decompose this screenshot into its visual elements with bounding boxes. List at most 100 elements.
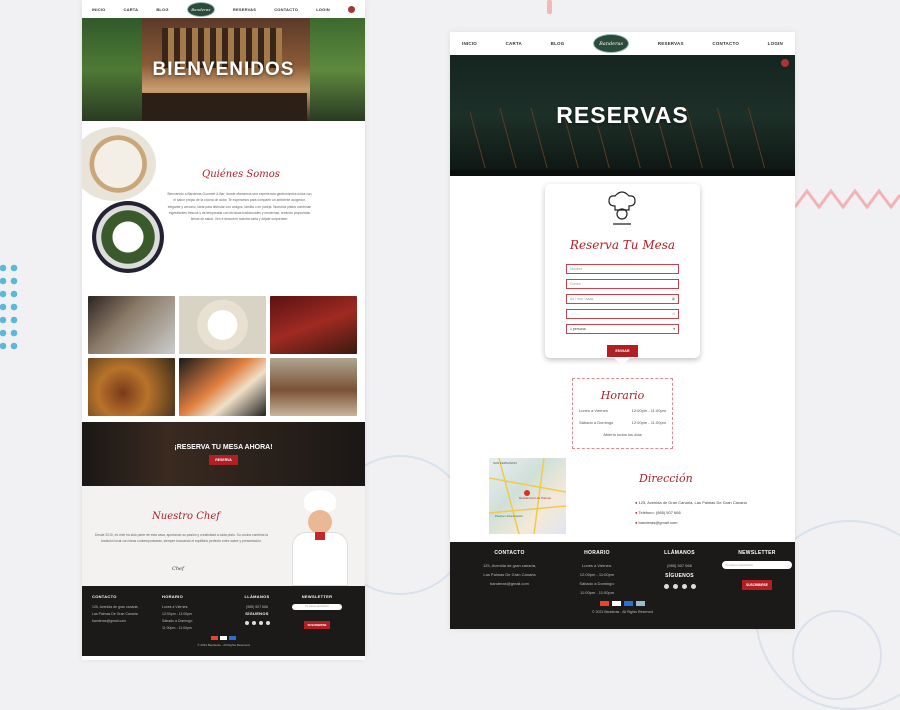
form-title: Reserva Tu Mesa [569, 238, 676, 252]
chef-signature: Chef [172, 566, 184, 572]
footer-contacto-line: banderas@gmail.com [490, 581, 529, 586]
nav-carta[interactable]: CARTA [124, 7, 139, 12]
logo-text: Banderas [191, 6, 211, 12]
logo-text: Banderas [599, 40, 624, 47]
footer-horario-title: HORARIO [584, 550, 610, 556]
address-block: ● 125, Avenida de Gran Canaria, Las Palm… [635, 498, 747, 528]
newsletter-input[interactable]: Tu correo electrónico [722, 561, 792, 569]
brand-logo[interactable]: Banderas [186, 1, 215, 17]
gallery-photo[interactable] [179, 358, 266, 416]
footer-newsletter: NEWSLETTER Tu correo electrónico SUSCRIB… [722, 550, 792, 597]
footer-horario-line: Lunes a Viernes: [162, 605, 189, 609]
address-text: 125, Avenida de Gran Canaria, Las Palmas… [638, 500, 747, 505]
open-note: Abierto todos los días [603, 432, 642, 437]
reserve-cta-banner: ¡RESERVA TU MESA AHORA! RESERVA [82, 422, 365, 486]
footer-contacto-title: CONTACTO [494, 550, 525, 556]
hero-banner: RESERVAS [450, 55, 795, 176]
copyright: © 2021 Banderas - All Rights Reserved [197, 643, 250, 647]
footer-contacto-line: banderas@gmail.com [92, 619, 127, 623]
nav-contacto[interactable]: CONTACTO [274, 7, 298, 12]
date-input[interactable]: dd / mm / aaaa ▣ [566, 294, 679, 304]
hours-time: 12:00pm - 11:00pm [631, 408, 666, 413]
name-placeholder: Nombre [570, 267, 583, 271]
instagram-icon[interactable] [251, 621, 256, 625]
nav-login[interactable]: LOGIN [768, 41, 783, 46]
instagram-icon[interactable] [672, 584, 678, 589]
hours-row: Lunes a Viernes 12:00pm - 11:00pm [573, 408, 672, 413]
nav-contacto[interactable]: CONTACTO [712, 41, 739, 46]
amex-icon [229, 636, 236, 640]
twitter-icon[interactable] [258, 621, 263, 625]
location-map[interactable]: SAN FERNANDO Residencial Las Palmas Parq… [488, 457, 567, 535]
gallery-photo[interactable] [88, 358, 175, 416]
gallery-photo[interactable] [270, 296, 357, 354]
nav-inicio[interactable]: INICIO [92, 7, 105, 12]
footer-horario-line: 12:00pm - 11:00pm [162, 612, 193, 616]
gallery-photo[interactable] [88, 296, 175, 354]
footer-horario-line: 12:00pm - 11:00pm [579, 572, 615, 577]
footer-horario-line: Sábado a Domingo: [579, 581, 615, 586]
subscribe-button[interactable]: SUSCRIBIRSE [304, 621, 330, 629]
plant-wall-right [310, 18, 365, 121]
hero-title: RESERVAS [556, 102, 689, 128]
cart-icon[interactable] [781, 59, 789, 67]
time-input[interactable]: - - : - - ◷ [566, 309, 679, 319]
table-edge [450, 170, 795, 176]
phone-text[interactable]: Teléfono: (985) 507 666 [638, 510, 680, 515]
pink-accent-bar [547, 0, 552, 14]
calendar-icon: ▣ [671, 297, 675, 301]
nav-blog[interactable]: BLOG [551, 41, 565, 46]
submit-button[interactable]: ENVIAR [607, 345, 638, 357]
gallery-photo[interactable] [179, 296, 266, 354]
chef-title: Nuestro Chef [152, 511, 220, 522]
nav-login[interactable]: LOGIN [316, 7, 330, 12]
footer-newsletter-title: NEWSLETTER [301, 594, 333, 599]
brand-logo[interactable]: Banderas [593, 34, 630, 53]
footer-horario-title: HORARIO [162, 594, 183, 599]
facebook-icon[interactable] [663, 584, 669, 589]
mastercard-icon [600, 601, 609, 606]
direccion-title: Dirección [639, 472, 693, 485]
email-text[interactable]: banderas@gmail.com [639, 520, 678, 525]
photo-gallery [82, 296, 365, 416]
facebook-icon[interactable] [244, 621, 249, 625]
email-placeholder: Correo [570, 282, 581, 286]
about-title: Quiénes Somos [202, 169, 280, 180]
bowl-image [92, 201, 164, 273]
payment-icons [92, 636, 355, 640]
footer-contacto: CONTACTO 125, Avenida de gran canaria, L… [92, 594, 162, 632]
horario-title: Horario [600, 389, 645, 402]
nav-inicio[interactable]: INICIO [462, 41, 477, 46]
hours-time: 12:00pm - 11:00pm [631, 420, 666, 425]
footer-siguenos-title: SÍGUENOS [245, 611, 269, 616]
nav-blog[interactable]: BLOG [156, 7, 168, 12]
amex-icon [624, 601, 633, 606]
persons-select[interactable]: 1 persona ▾ [566, 324, 679, 334]
nav-reservas[interactable]: RESERVAS [233, 7, 256, 12]
twitter-icon[interactable] [681, 584, 687, 589]
reservation-card: Reserva Tu Mesa Nombre Correo dd / mm / … [545, 184, 700, 365]
hours-day: Lunes a Viernes [579, 408, 608, 413]
subscribe-button[interactable]: SUSCRIBIRSE [742, 580, 772, 590]
cta-reserve-button[interactable]: RESERVA [209, 454, 238, 465]
clock-icon: ◷ [671, 312, 675, 316]
about-section: Quiénes Somos Bienvenido a Banderas Gour… [82, 121, 365, 296]
cart-icon[interactable] [347, 5, 355, 13]
chef-jacket [292, 532, 348, 586]
footer-phone[interactable]: (985) 507 666 [637, 561, 722, 570]
newsletter-input[interactable]: Tu correo electrónico [292, 604, 342, 610]
footer-horario-line: Sábado a Domingo: [162, 619, 193, 623]
name-input[interactable]: Nombre [566, 264, 679, 274]
home-footer: CONTACTO 125, Avenida de gran canaria, L… [82, 586, 365, 656]
gallery-photo[interactable] [270, 358, 357, 416]
email-input[interactable]: Correo [566, 279, 679, 289]
whatsapp-icon[interactable] [265, 621, 270, 625]
hero-title: BIENVENIDOS [152, 58, 295, 80]
nav-reservas[interactable]: RESERVAS [658, 41, 684, 46]
footer-llamanos: LLÁMANOS (985) 507 666 SÍGUENOS [222, 594, 292, 632]
payment-icons [462, 601, 783, 606]
footer-phone[interactable]: (985) 507 666 [222, 604, 292, 611]
whatsapp-icon[interactable] [690, 584, 696, 589]
footer-horario-line: Lunes a Viernes: [582, 563, 612, 568]
nav-carta[interactable]: CARTA [506, 41, 522, 46]
